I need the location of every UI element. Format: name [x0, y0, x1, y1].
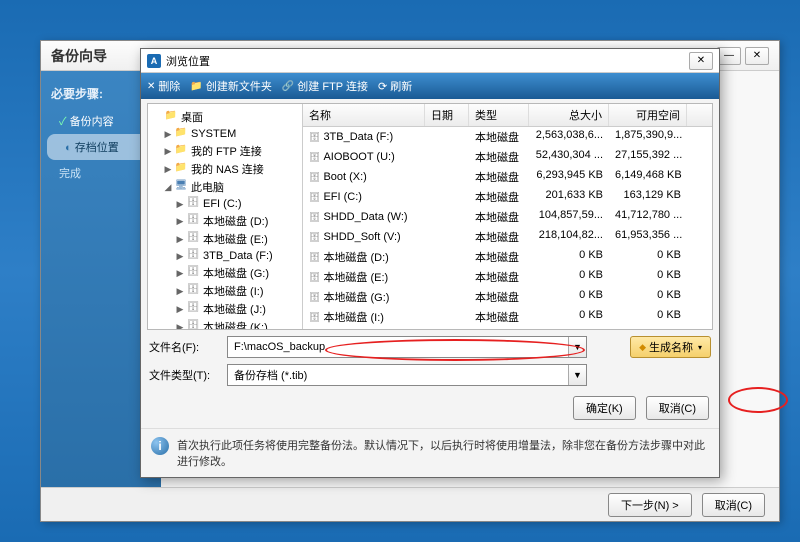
drive-row[interactable]: 🗄本地磁盘 (D:)本地磁盘0 KB0 KB — [303, 247, 712, 267]
tree-item[interactable]: ▶🗄EFI (C:) — [150, 196, 300, 212]
filename-combo: ▼ — [227, 336, 587, 358]
tree-item[interactable]: ▶🗄本地磁盘 (E:) — [150, 230, 300, 248]
col-header-type[interactable]: 类型 — [469, 104, 529, 126]
col-header-name[interactable]: 名称 — [303, 104, 425, 126]
toolbar-new-folder[interactable]: 创建新文件夹 — [190, 78, 271, 94]
cancel-button[interactable]: 取消(C) — [702, 493, 765, 517]
filetype-combo: ▼ — [227, 364, 587, 386]
tree-item[interactable]: ▶📁我的 FTP 连接 — [150, 142, 300, 160]
toolbar-new-ftp[interactable]: 创建 FTP 连接 — [282, 78, 368, 94]
tree-root[interactable]: 📁 桌面 — [150, 108, 300, 126]
drive-row[interactable]: 🗄本地磁盘 (E:)本地磁盘0 KB0 KB — [303, 267, 712, 287]
col-header-size[interactable]: 总大小 — [529, 104, 609, 126]
col-header-free[interactable]: 可用空间 — [609, 104, 687, 126]
wizard-footer: 下一步(N) > 取消(C) — [41, 487, 779, 521]
drive-row[interactable]: 🗄EFI (C:)本地磁盘201,633 KB163,129 KB — [303, 187, 712, 207]
filename-dropdown-icon[interactable]: ▼ — [568, 337, 586, 357]
close-button[interactable]: ✕ — [745, 47, 769, 65]
tree-item[interactable]: ▶🗄本地磁盘 (I:) — [150, 282, 300, 300]
info-row: i 首次执行此项任务将使用完整备份法。默认情况下，以后执行时将使用增量法，除非您… — [141, 428, 719, 477]
tree-item[interactable]: ▶🗄本地磁盘 (D:) — [150, 212, 300, 230]
toolbar-refresh[interactable]: 刷新 — [378, 78, 412, 94]
filetype-dropdown-icon[interactable]: ▼ — [568, 365, 586, 385]
generate-name-button[interactable]: 生成名称▾ — [630, 336, 711, 358]
browse-cancel-button[interactable]: 取消(C) — [646, 396, 709, 420]
col-header-date[interactable]: 日期 — [425, 104, 469, 126]
filetype-label: 文件类型(T): — [149, 367, 219, 383]
ok-button[interactable]: 确定(K) — [573, 396, 636, 420]
info-text: 首次执行此项任务将使用完整备份法。默认情况下，以后执行时将使用增量法，除非您在备… — [177, 437, 709, 469]
tree-item[interactable]: ◢🖥此电脑 — [150, 178, 300, 196]
toolbar-delete[interactable]: 删除 — [147, 78, 180, 94]
drive-row[interactable]: 🗄AIOBOOT (U:)本地磁盘52,430,304 ...27,155,39… — [303, 147, 712, 167]
list-pane: 名称 日期 类型 总大小 可用空间 🗄3TB_Data (F:)本地磁盘2,56… — [303, 104, 712, 329]
info-icon: i — [151, 437, 169, 455]
filename-label: 文件名(F): — [149, 339, 219, 355]
drive-row[interactable]: 🗄SHDD_Data (W:)本地磁盘104,857,59...41,712,7… — [303, 207, 712, 227]
filename-row: 文件名(F): ▼ 生成名称▾ 文件类型(T): ▼ — [141, 330, 719, 390]
list-rows[interactable]: 🗄3TB_Data (F:)本地磁盘2,563,038,6...1,875,39… — [303, 127, 712, 329]
tree-item[interactable]: ▶🗄本地磁盘 (G:) — [150, 264, 300, 282]
browse-titlebar: A 浏览位置 ✕ — [141, 49, 719, 73]
drive-row[interactable]: 🗄本地磁盘 (I:)本地磁盘0 KB0 KB — [303, 307, 712, 327]
app-icon: A — [147, 54, 161, 68]
tree-pane[interactable]: 📁 桌面 ▶📁SYSTEM▶📁我的 FTP 连接▶📁我的 NAS 连接◢🖥此电脑… — [148, 104, 303, 329]
tree-item[interactable]: ▶🗄本地磁盘 (J:) — [150, 300, 300, 318]
minimize-button[interactable]: — — [717, 47, 741, 65]
browse-close-button[interactable]: ✕ — [689, 52, 713, 70]
next-button[interactable]: 下一步(N) > — [608, 493, 692, 517]
filetype-input[interactable] — [228, 365, 568, 385]
filename-input[interactable] — [228, 337, 568, 357]
browse-toolbar: 删除 创建新文件夹 创建 FTP 连接 刷新 — [141, 73, 719, 99]
tree-item[interactable]: ▶🗄3TB_Data (F:) — [150, 248, 300, 264]
tree-item[interactable]: ▶📁我的 NAS 连接 — [150, 160, 300, 178]
drive-row[interactable]: 🗄Boot (X:)本地磁盘6,293,945 KB6,149,468 KB — [303, 167, 712, 187]
drive-row[interactable]: 🗄3TB_Data (F:)本地磁盘2,563,038,6...1,875,39… — [303, 127, 712, 147]
tree-item[interactable]: ▶📁SYSTEM — [150, 126, 300, 142]
list-header: 名称 日期 类型 总大小 可用空间 — [303, 104, 712, 127]
browse-buttons: 确定(K) 取消(C) — [141, 390, 719, 428]
browse-title: 浏览位置 — [166, 53, 210, 69]
browse-body: 📁 桌面 ▶📁SYSTEM▶📁我的 FTP 连接▶📁我的 NAS 连接◢🖥此电脑… — [147, 103, 713, 330]
wizard-title: 备份向导 — [51, 46, 107, 66]
drive-row[interactable]: 🗄本地磁盘 (J:)本地磁盘0 KB0 KB — [303, 327, 712, 329]
window-controls: — ✕ — [717, 47, 769, 65]
drive-row[interactable]: 🗄SHDD_Soft (V:)本地磁盘218,104,82...61,953,3… — [303, 227, 712, 247]
drive-row[interactable]: 🗄本地磁盘 (G:)本地磁盘0 KB0 KB — [303, 287, 712, 307]
tree-item[interactable]: ▶🗄本地磁盘 (K:) — [150, 318, 300, 329]
browse-dialog: A 浏览位置 ✕ 删除 创建新文件夹 创建 FTP 连接 刷新 📁 桌面 ▶📁S… — [140, 48, 720, 478]
